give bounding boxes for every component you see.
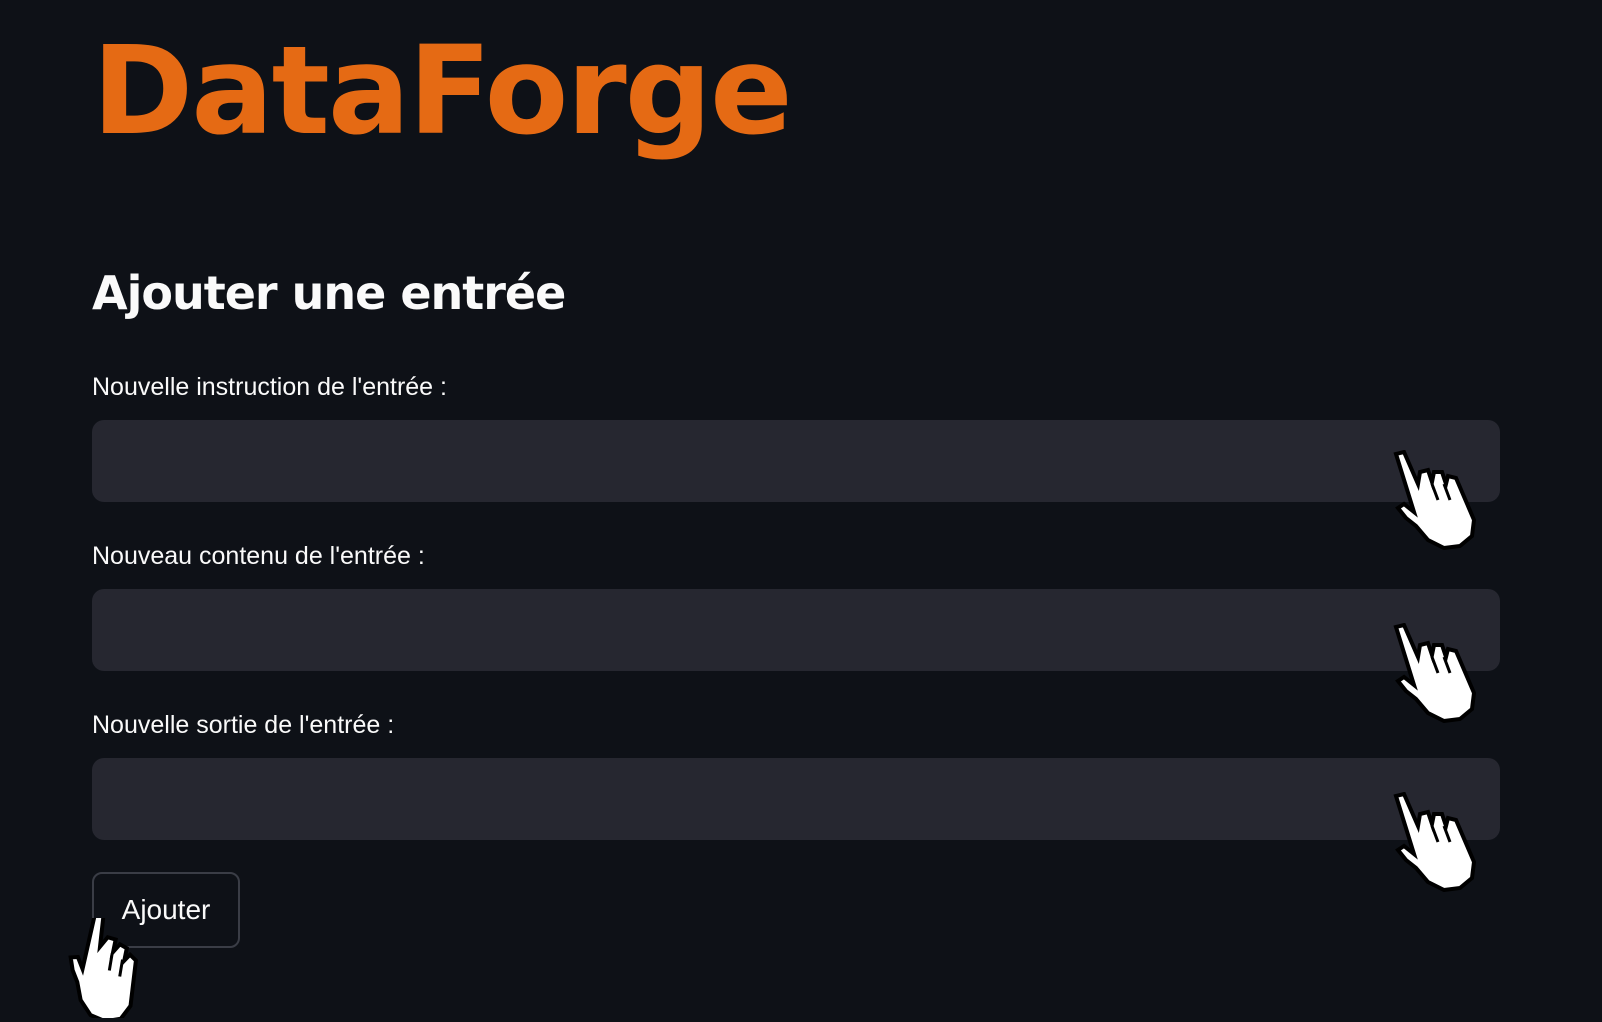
output-field-label: Nouvelle sortie de l'entrée :: [92, 711, 395, 739]
add-entry-button[interactable]: Ajouter: [92, 872, 240, 948]
instruction-field-label: Nouvelle instruction de l'entrée :: [92, 373, 447, 401]
app-logo: DataForge: [92, 20, 793, 162]
instruction-input[interactable]: [92, 420, 1500, 502]
content-input[interactable]: [92, 589, 1500, 671]
output-input[interactable]: [92, 758, 1500, 840]
content-field-label: Nouveau contenu de l'entrée :: [92, 542, 425, 570]
section-title: Ajouter une entrée: [92, 266, 566, 320]
